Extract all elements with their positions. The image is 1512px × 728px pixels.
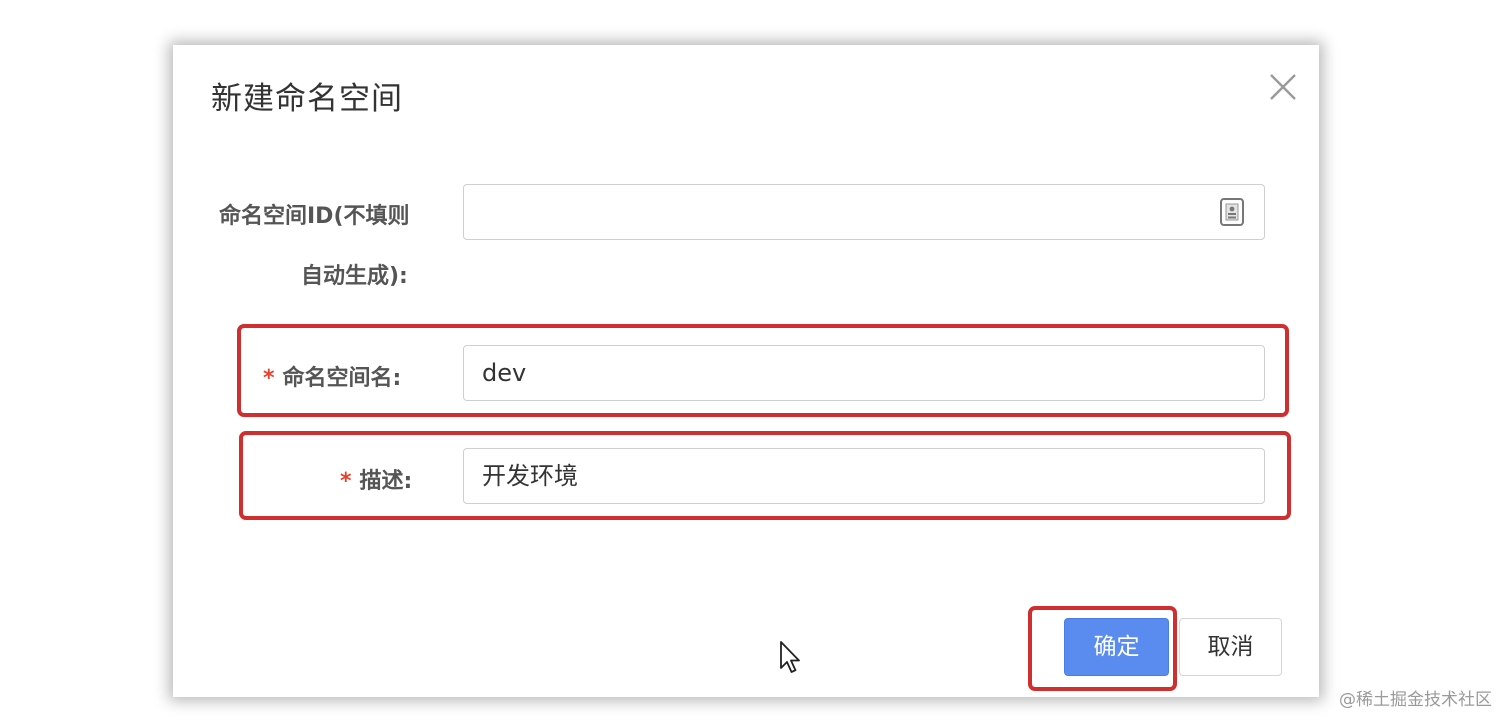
- mouse-cursor-icon: [779, 640, 803, 676]
- namespace-id-input[interactable]: [463, 184, 1265, 240]
- dialog-title: 新建命名空间: [211, 81, 403, 117]
- required-mark: *: [263, 366, 275, 391]
- namespace-id-label-line2: 自动生成):: [301, 264, 408, 289]
- namespace-name-input[interactable]: dev: [463, 345, 1265, 401]
- description-label: * 描述:: [340, 463, 412, 495]
- id-card-icon[interactable]: [1219, 197, 1245, 227]
- namespace-name-label-text: 命名空间名:: [282, 366, 402, 391]
- close-icon: [1270, 74, 1296, 100]
- description-input[interactable]: 开发环境: [463, 448, 1265, 504]
- create-namespace-dialog: 新建命名空间 命名空间ID(不填则 自动生成): * 命名空间名: dev * 描述…: [173, 45, 1319, 697]
- close-button[interactable]: [1267, 71, 1299, 103]
- confirm-button[interactable]: 确定: [1064, 618, 1169, 676]
- screen: 新建命名空间 命名空间ID(不填则 自动生成): * 命名空间名: dev * 描述…: [0, 0, 1512, 728]
- namespace-name-label: * 命名空间名:: [263, 360, 401, 392]
- namespace-id-label-line1: 命名空间ID(不填则: [219, 204, 410, 229]
- description-label-text: 描述:: [359, 469, 413, 494]
- cancel-button[interactable]: 取消: [1179, 618, 1282, 676]
- required-mark: *: [340, 469, 352, 494]
- watermark: @稀土掘金技术社区: [1339, 690, 1492, 710]
